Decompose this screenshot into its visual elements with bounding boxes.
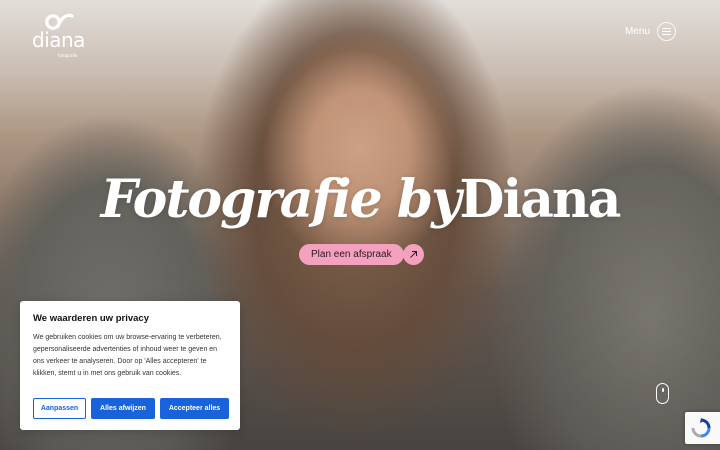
- hero-title-word: Fotografie: [100, 169, 383, 230]
- logo-wordmark: diana: [32, 28, 85, 52]
- site-logo[interactable]: diana fotografie: [32, 12, 92, 58]
- scroll-wheel: [662, 388, 664, 392]
- hero-title: Fotografie byDiana: [0, 168, 720, 232]
- hamburger-icon: [657, 22, 676, 41]
- hero-title-by: by: [396, 169, 462, 230]
- menu-button[interactable]: Menu: [625, 22, 676, 41]
- hero-title-name: Diana: [459, 169, 621, 230]
- recaptcha-badge[interactable]: [685, 412, 720, 444]
- customize-button[interactable]: Aanpassen: [33, 398, 86, 419]
- arrow-up-right-icon: [402, 244, 424, 265]
- cookie-description: We gebruiken cookies om uw browse-ervari…: [33, 334, 222, 377]
- recaptcha-icon: [691, 418, 711, 438]
- logo-subtext: fotografie: [58, 53, 78, 58]
- cookie-buttons: Aanpassen Alles afwijzen Accepteer alles: [33, 398, 229, 419]
- cookie-title: We waarderen uw privacy: [33, 313, 149, 324]
- cta-label: Plan een afspraak: [299, 244, 404, 265]
- book-appointment-button[interactable]: Plan een afspraak: [299, 244, 424, 265]
- scroll-mouse-icon[interactable]: [656, 383, 669, 404]
- accept-all-button[interactable]: Accepteer alles: [160, 398, 229, 419]
- menu-label: Menu: [624, 26, 650, 37]
- cookie-consent-dialog: We waarderen uw privacy We gebruiken coo…: [20, 301, 240, 430]
- reject-all-button[interactable]: Alles afwijzen: [91, 398, 155, 419]
